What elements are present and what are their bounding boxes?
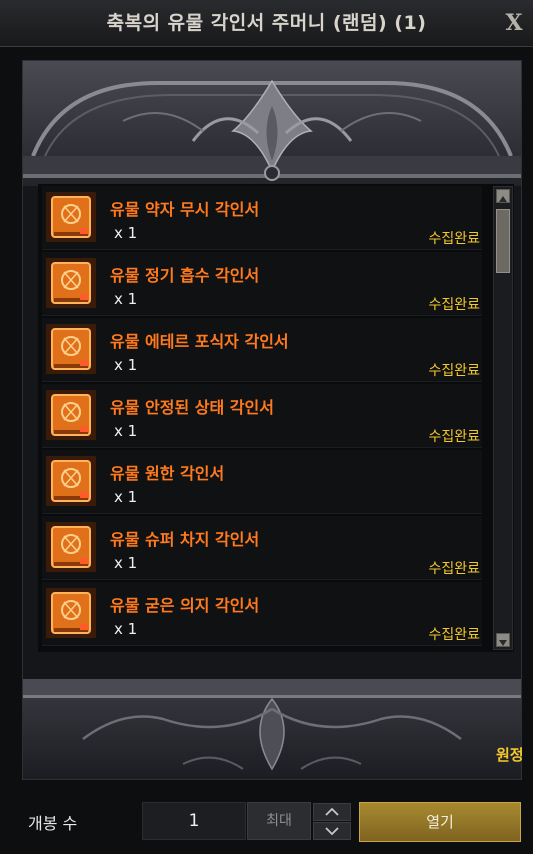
engraving-book-icon (46, 390, 96, 440)
item-name: 유물 에테르 포식자 각인서 (110, 332, 289, 351)
item-quantity: x 1 (114, 224, 138, 242)
collection-status: 수집완료 (428, 363, 480, 379)
item-name: 유물 슈퍼 차지 각인서 (110, 530, 260, 549)
item-name: 유물 약자 무시 각인서 (110, 200, 260, 219)
item-quantity: x 1 (114, 422, 138, 440)
close-button[interactable]: X (501, 8, 527, 38)
quantity-up-button[interactable] (313, 803, 351, 821)
list-scrollbar[interactable] (493, 186, 513, 650)
collection-status: 수집완료 (428, 561, 480, 577)
max-button[interactable]: 최대 (247, 802, 311, 840)
open-button[interactable]: 열기 (359, 802, 521, 842)
list-item[interactable]: 유물 약자 무시 각인서 x 1 수집완료 (42, 186, 482, 250)
window-title: 축복의 유물 각인서 주머니 (랜덤) (1) (106, 12, 427, 34)
chevron-up-icon (325, 807, 339, 816)
top-ornament (23, 61, 521, 186)
item-quantity: x 1 (114, 620, 138, 638)
engraving-book-icon (46, 192, 96, 242)
collection-status: 수집완료 (428, 429, 480, 445)
item-name: 유물 안정된 상태 각인서 (110, 398, 274, 417)
open-count-label: 개봉 수 (28, 814, 78, 833)
list-item[interactable]: 유물 안정된 상태 각인서 x 1 수집완료 (42, 384, 482, 448)
list-item[interactable]: 유물 굳은 의지 각인서 x 1 수집완료 (42, 582, 482, 646)
background-text: 원정 (496, 746, 524, 764)
item-quantity: x 1 (114, 290, 138, 308)
item-name: 유물 원한 각인서 (110, 464, 225, 483)
item-name: 유물 굳은 의지 각인서 (110, 596, 260, 615)
engraving-book-icon (46, 258, 96, 308)
scroll-thumb[interactable] (496, 209, 510, 273)
engraving-book-icon (46, 456, 96, 506)
scroll-up-button[interactable] (496, 189, 510, 203)
collection-status: 수집완료 (428, 297, 480, 313)
item-quantity: x 1 (114, 488, 138, 506)
collection-status: 수집완료 (428, 627, 480, 643)
list-item[interactable]: 유물 슈퍼 차지 각인서 x 1 수집완료 (42, 516, 482, 580)
triangle-down-icon (499, 640, 507, 646)
scroll-down-button[interactable] (496, 633, 510, 647)
quantity-down-button[interactable] (313, 822, 351, 840)
list-item[interactable]: 유물 에테르 포식자 각인서 x 1 수집완료 (42, 318, 482, 382)
bottom-ornament (23, 679, 521, 779)
quantity-input[interactable]: 1 (142, 802, 246, 840)
list-item[interactable]: 유물 정기 흡수 각인서 x 1 수집완료 (42, 252, 482, 316)
item-quantity: x 1 (114, 554, 138, 572)
item-quantity: x 1 (114, 356, 138, 374)
list-item[interactable]: 유물 원한 각인서 x 1 (42, 450, 482, 514)
engraving-book-icon (46, 588, 96, 638)
title-bar: 축복의 유물 각인서 주머니 (랜덤) (1) X (0, 0, 533, 47)
engraving-book-icon (46, 324, 96, 374)
engraving-book-icon (46, 522, 96, 572)
item-name: 유물 정기 흡수 각인서 (110, 266, 260, 285)
collection-status: 수집완료 (428, 231, 480, 247)
chevron-down-icon (325, 827, 339, 836)
item-list: 유물 약자 무시 각인서 x 1 수집완료 유물 정기 흡수 각인서 x 1 수… (38, 184, 514, 652)
triangle-up-icon (499, 196, 507, 202)
